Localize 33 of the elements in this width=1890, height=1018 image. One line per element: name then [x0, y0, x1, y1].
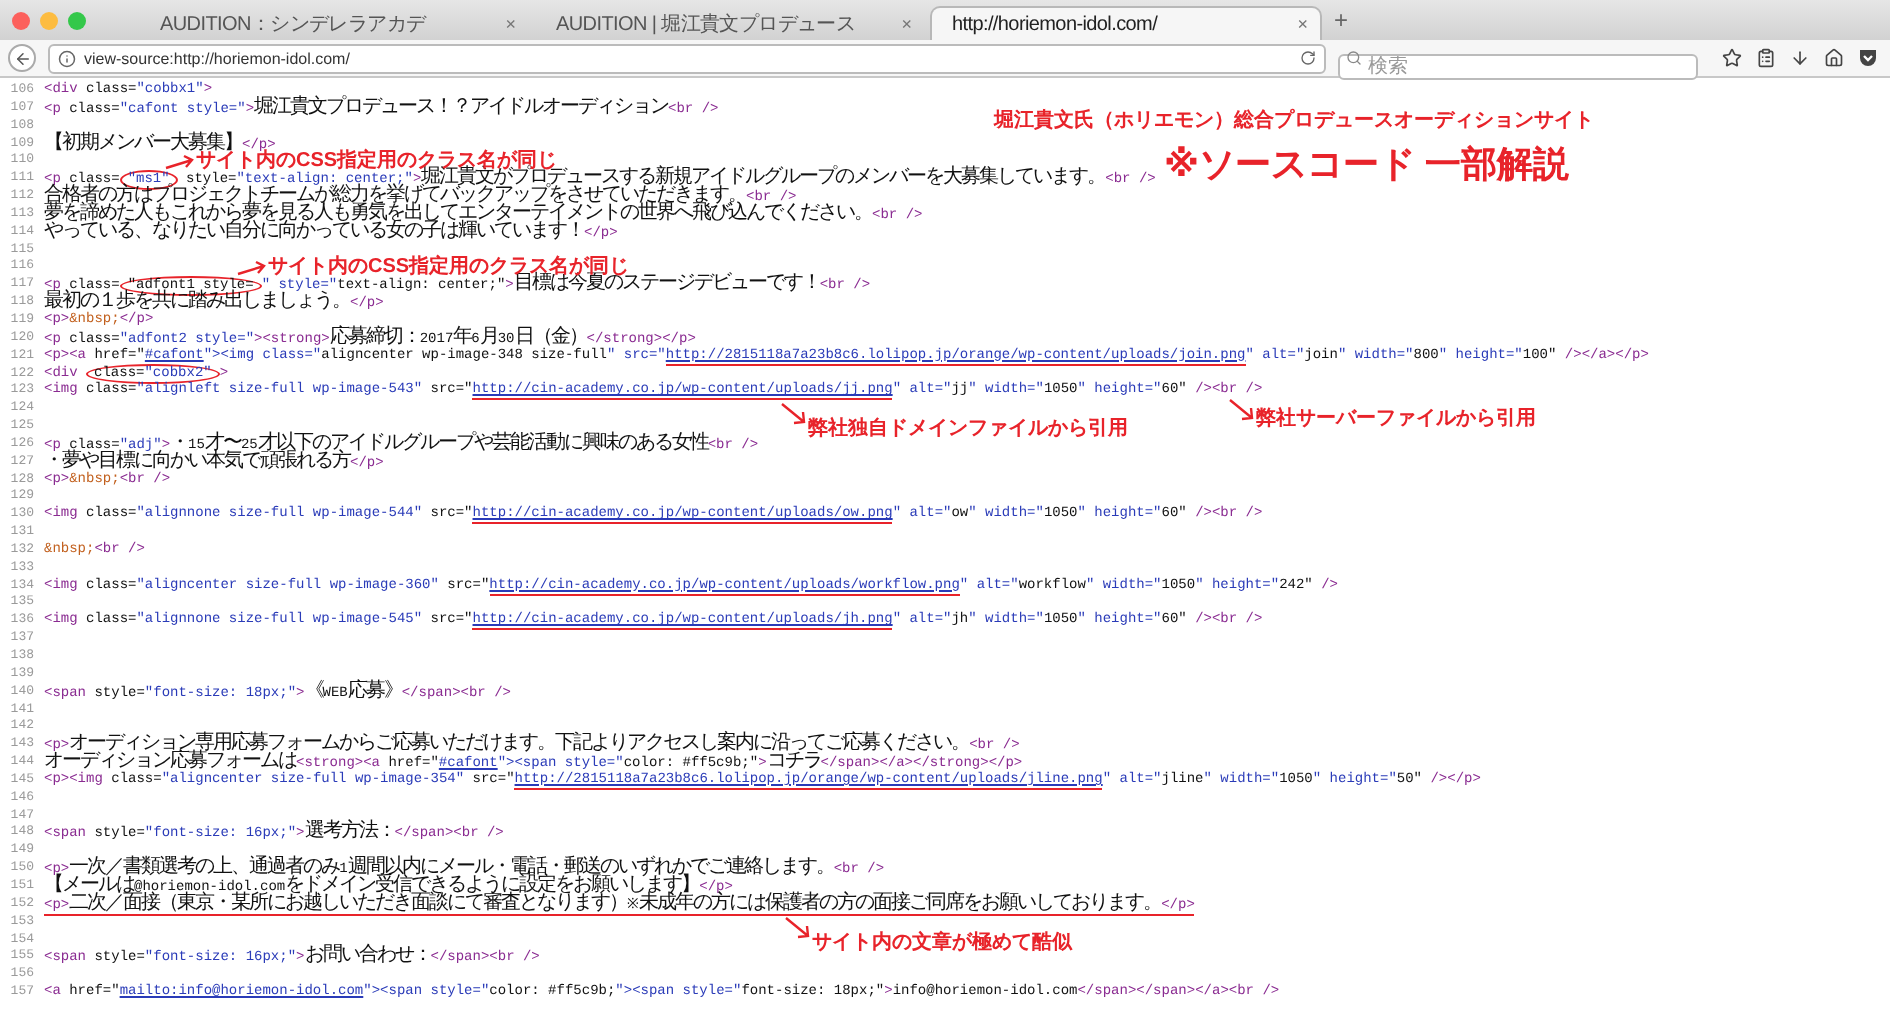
- clipboard-icon[interactable]: [1756, 48, 1776, 68]
- reload-icon[interactable]: [1300, 50, 1316, 66]
- annotation-note: 弊社独自ドメインファイルから引用: [808, 420, 1128, 440]
- download-icon[interactable]: [1790, 48, 1810, 68]
- address-field[interactable]: view-source:http://horiemon-idol.com/: [48, 43, 1326, 73]
- tab-title: AUDITION | 堀江貴文プロデュース: [556, 11, 856, 38]
- new-tab-button[interactable]: +: [1334, 6, 1349, 34]
- search-icon: [1346, 49, 1362, 65]
- arrow-icon: [1228, 398, 1256, 422]
- address-text: view-source:http://horiemon-idol.com/: [84, 49, 352, 67]
- home-icon[interactable]: [1824, 48, 1844, 68]
- search-field[interactable]: 検索: [1338, 53, 1698, 79]
- tab-close-button[interactable]: ×: [1297, 14, 1308, 34]
- annotation-title: 堀江貴文氏（ホリエモン）総合プロデュースオーディションサイト: [994, 110, 1594, 134]
- browser-tab[interactable]: AUDITION | 堀江貴文プロデュース ×: [534, 6, 926, 40]
- annotation-note: サイト内のCSS指定用のクラス名が同じ: [268, 257, 630, 277]
- annotation-note: サイト内の文章が極めて酷似: [812, 934, 1072, 954]
- browser-tab[interactable]: AUDITION：シンデレラアカデ ×: [138, 6, 530, 40]
- annotation-note: 弊社サーバーファイルから引用: [1256, 410, 1536, 430]
- annotation-subtitle: ※ソースコード 一部解説: [1164, 144, 1569, 184]
- tab-title: http://horiemon-idol.com/: [952, 13, 1158, 35]
- arrow-icon: [236, 259, 268, 275]
- arrow-icon: [784, 916, 812, 940]
- shield-icon[interactable]: [1858, 48, 1878, 68]
- info-icon[interactable]: [58, 49, 76, 67]
- back-button[interactable]: [8, 44, 36, 72]
- arrow-icon: [780, 402, 808, 426]
- arrow-icon: [164, 153, 196, 169]
- tab-title: AUDITION：シンデレラアカデ: [160, 12, 426, 38]
- annotation-note: サイト内のCSS指定用のクラス名が同じ: [196, 151, 558, 171]
- back-arrow-icon: [13, 49, 31, 67]
- browser-tab[interactable]: http://horiemon-idol.com/ ×: [930, 6, 1322, 40]
- bookmark-star-icon[interactable]: [1722, 48, 1742, 68]
